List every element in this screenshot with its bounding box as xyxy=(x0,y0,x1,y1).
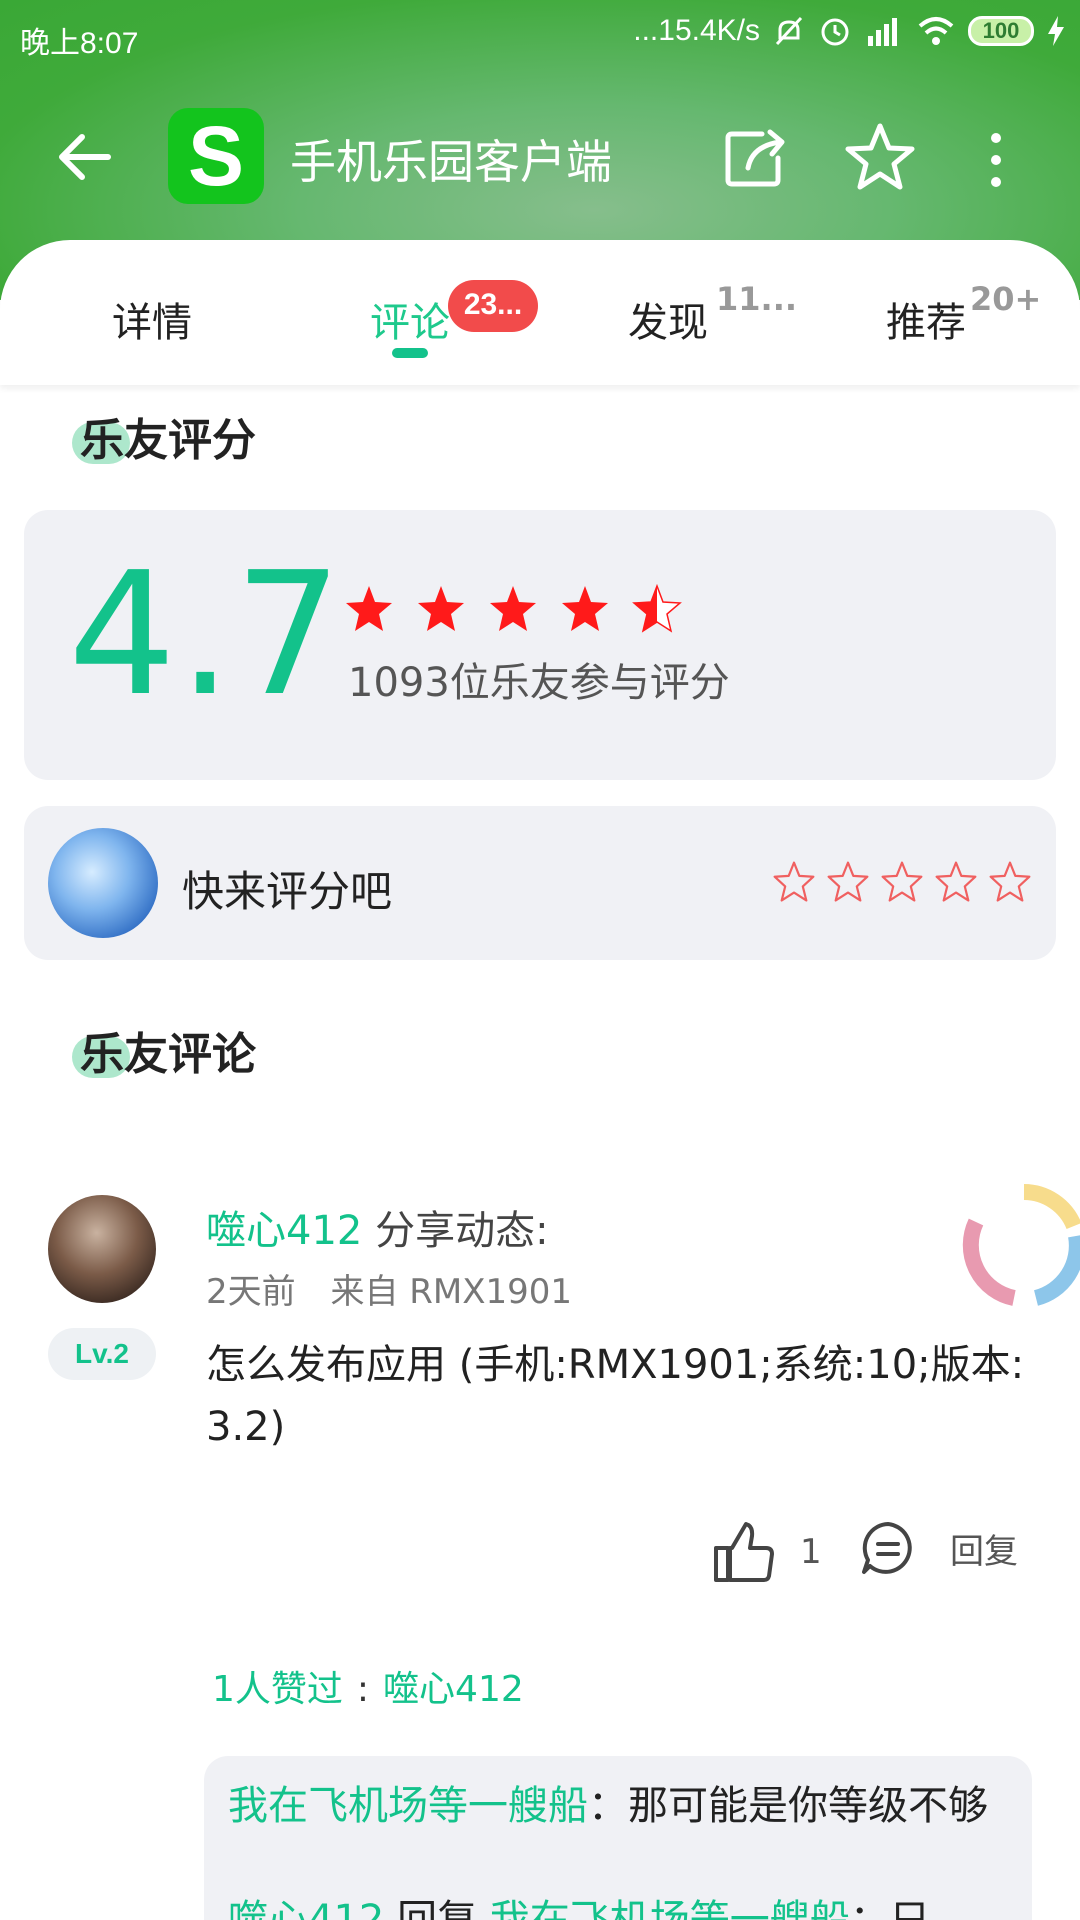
liked-username[interactable]: 噬心412 xyxy=(383,1669,524,1710)
level-badge: Lv.2 xyxy=(48,1328,156,1380)
star-outline-icon[interactable] xyxy=(988,860,1032,904)
reply-username[interactable]: 噬心412 xyxy=(228,1897,384,1920)
tab-recommend[interactable]: 推荐 20+ xyxy=(886,280,1041,348)
thumbs-up-icon xyxy=(714,1522,774,1582)
rate-prompt-card[interactable]: 快来评分吧 xyxy=(24,806,1056,960)
network-speed: ...15.4K/s xyxy=(633,14,760,47)
reply-bubble-icon xyxy=(862,1522,912,1574)
comment-time: 2天前 xyxy=(206,1272,296,1312)
favorite-star-icon[interactable] xyxy=(842,120,918,196)
reply-item[interactable]: 噬心412 回复 我在飞机场等一艘船：只 xyxy=(228,1894,1018,1920)
tab-label: 评论 xyxy=(370,300,450,346)
rating-score: 4.7 xyxy=(68,536,345,734)
reply-text: 只 xyxy=(889,1897,930,1920)
active-tab-indicator xyxy=(392,348,428,358)
star-outline-icon[interactable] xyxy=(880,860,924,904)
tab-discover[interactable]: 发现 11... xyxy=(628,280,797,348)
rating-stars xyxy=(344,584,682,634)
tab-bar: 详情 评论 发现 11... 推荐 20+ xyxy=(0,240,1080,385)
charging-icon xyxy=(1048,16,1064,46)
comment-actions: 1 回复 xyxy=(0,1520,1080,1590)
reply-button[interactable]: 回复 xyxy=(860,1520,1018,1576)
status-bar: 晚上8:07 ...15.4K/s 100 xyxy=(0,0,1080,72)
like-count: 1 xyxy=(800,1532,822,1572)
star-outline-icon[interactable] xyxy=(934,860,978,904)
star-full-icon xyxy=(346,586,392,631)
back-arrow-icon[interactable] xyxy=(50,122,120,192)
reply-label: 回复 xyxy=(950,1531,1018,1572)
tab-label: 详情 xyxy=(112,300,192,346)
star-outline-icon[interactable] xyxy=(826,860,870,904)
rate-prompt-text: 快来评分吧 xyxy=(182,867,393,916)
alarm-icon xyxy=(821,18,849,46)
replies-box: 我在飞机场等一艘船：那可能是你等级不够 噬心412 回复 我在飞机场等一艘船：只 xyxy=(204,1756,1032,1920)
rate-stars xyxy=(772,860,1032,904)
more-options-icon[interactable] xyxy=(976,128,1016,192)
user-avatar xyxy=(48,828,158,938)
comment-meta: 2天前 来自 RMX1901 xyxy=(206,1264,596,1313)
signal-icon xyxy=(868,18,897,46)
star-full-icon xyxy=(562,586,608,631)
reply-separator: ： xyxy=(849,1897,890,1920)
rating-heading: 乐友评分 xyxy=(80,415,256,466)
rating-card: 4.7 1093位乐友参与评分 xyxy=(24,510,1056,780)
mute-icon xyxy=(775,16,803,46)
status-icons: ...15.4K/s 100 xyxy=(633,14,1066,48)
star-outline-icon[interactable] xyxy=(772,860,816,904)
tab-label: 推荐 xyxy=(886,300,966,346)
star-half-icon xyxy=(632,584,682,633)
commenter-avatar[interactable] xyxy=(48,1195,156,1303)
toolbar: S 手机乐园客户端 xyxy=(0,100,1080,220)
star-full-icon xyxy=(418,586,464,631)
share-icon[interactable] xyxy=(722,124,792,194)
liked-by-row: 1人赞过: 噬心412 xyxy=(212,1660,524,1712)
tab-details[interactable]: 详情 xyxy=(112,290,192,348)
tab-count: 20+ xyxy=(970,280,1042,318)
status-time: 晚上8:07 xyxy=(20,27,139,60)
rating-count: 1093位乐友参与评分 xyxy=(348,660,730,706)
comments-count-badge: 23... xyxy=(448,280,538,332)
wifi-icon xyxy=(918,17,954,45)
loading-spinner-icon xyxy=(962,1184,1080,1306)
page-title: 手机乐园客户端 xyxy=(290,135,612,189)
comment-username[interactable]: 噬心412 xyxy=(206,1208,362,1254)
like-button[interactable]: 1 xyxy=(712,1520,822,1584)
app-icon: S xyxy=(168,108,264,204)
reply-username[interactable]: 我在飞机场等一艘船 xyxy=(228,1783,588,1829)
star-full-icon xyxy=(490,586,536,631)
tab-label: 发现 xyxy=(628,300,708,346)
comment-header: 噬心412 分享动态: xyxy=(206,1198,549,1256)
reply-item[interactable]: 我在飞机场等一艘船：那可能是你等级不够 xyxy=(228,1780,1018,1832)
tab-count: 11... xyxy=(716,280,797,318)
tab-comments[interactable]: 评论 xyxy=(370,290,450,348)
liked-separator: : xyxy=(356,1669,370,1710)
comment-body: 怎么发布应用 (手机:RMX1901;系统:10;版本: 3.2) xyxy=(206,1342,1025,1450)
comments-heading: 乐友评论 xyxy=(80,1029,256,1080)
reply-text: 那可能是你等级不够 xyxy=(628,1783,988,1829)
battery-indicator: 100 xyxy=(968,16,1034,46)
reply-target-username[interactable]: 我在飞机场等一艘船 xyxy=(490,1897,850,1920)
comment-source: 来自 RMX1901 xyxy=(330,1272,573,1312)
reply-separator: ： xyxy=(588,1783,628,1829)
reply-middle: 回复 xyxy=(384,1897,490,1920)
liked-count-text: 1人赞过 xyxy=(212,1669,343,1710)
comment-action: 分享动态: xyxy=(375,1208,549,1254)
